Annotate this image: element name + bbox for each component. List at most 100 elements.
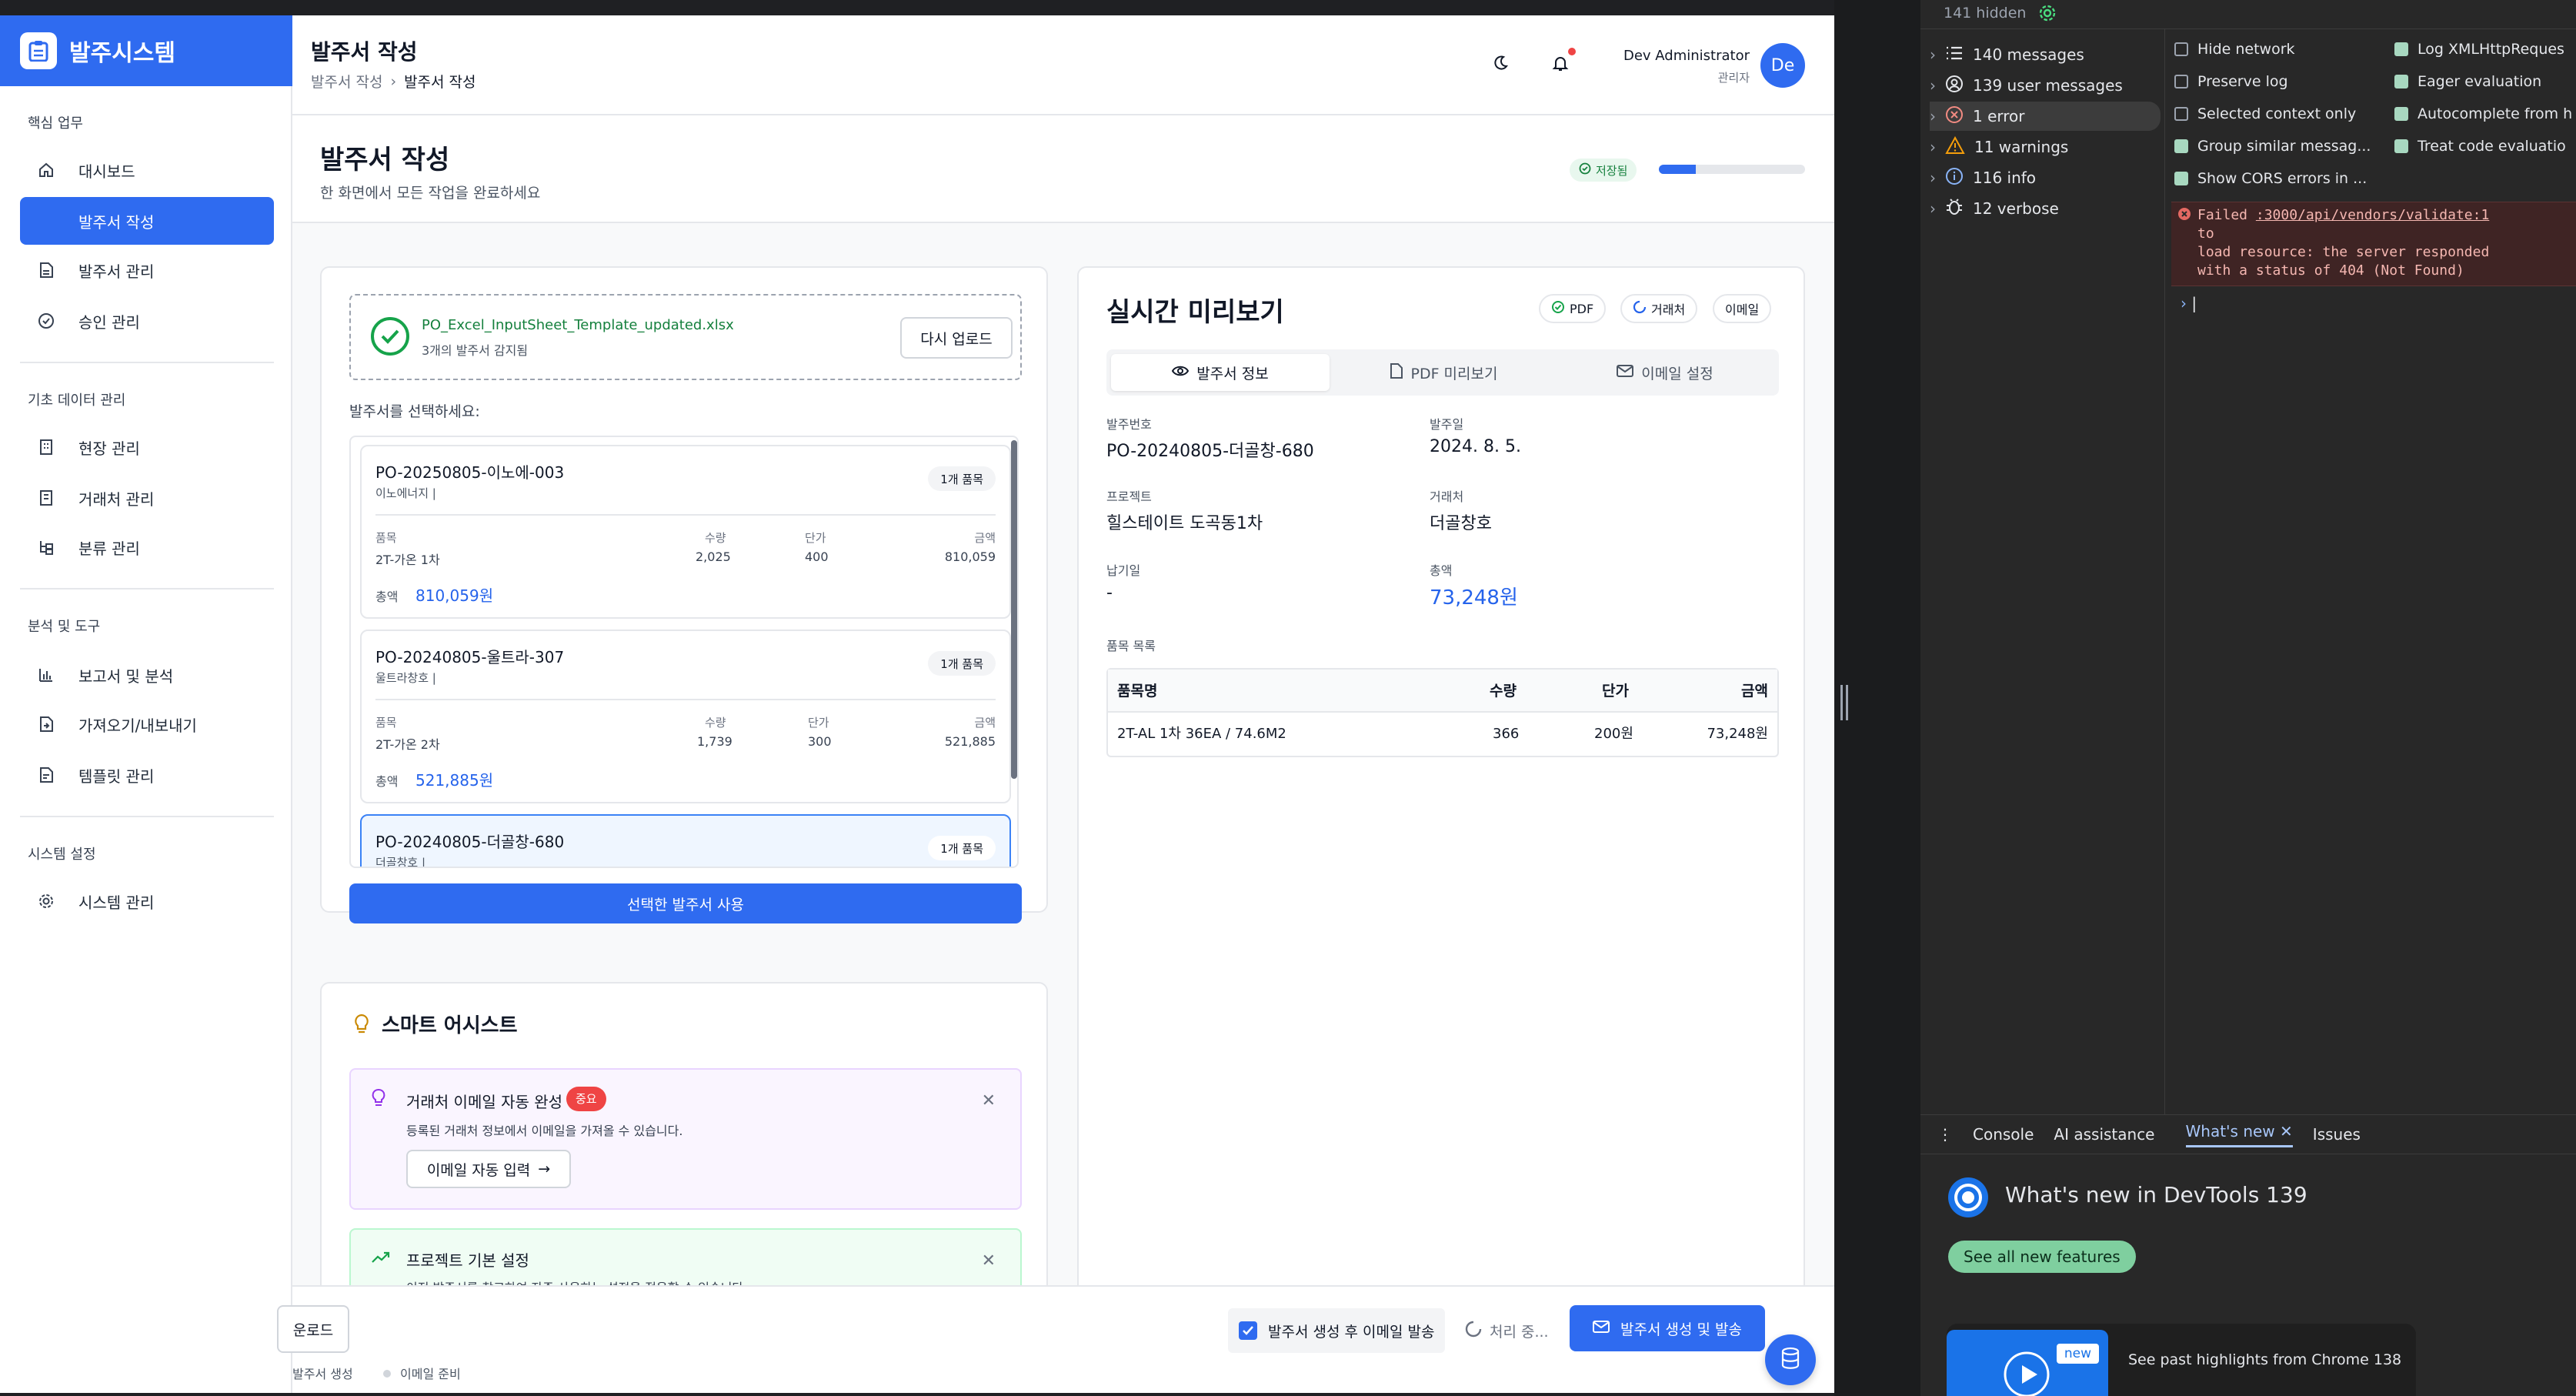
tab-console[interactable]: Console <box>1973 1125 2034 1144</box>
divider <box>375 514 996 516</box>
sidebar-item-vendors[interactable]: 거래처 관리 <box>20 474 274 522</box>
auto-fill-email-button[interactable]: 이메일 자동 입력 → <box>406 1150 571 1188</box>
dark-mode-button[interactable] <box>1483 48 1517 82</box>
assist-card-title: 프로젝트 기본 설정 <box>406 1251 529 1270</box>
reupload-button[interactable]: 다시 업로드 <box>900 317 1013 359</box>
use-selected-po-button[interactable]: 선택한 발주서 사용 <box>349 883 1022 923</box>
hidden-count: 141 hidden <box>1944 5 2027 22</box>
filter-warnings[interactable]: › 11 warnings <box>1930 132 2161 162</box>
checkbox-checked[interactable] <box>2174 172 2188 185</box>
resize-handle[interactable] <box>1840 685 1848 720</box>
filter-all-messages[interactable]: › 140 messages <box>1930 40 2161 69</box>
breadcrumb-item[interactable]: 발주서 작성 <box>311 71 382 92</box>
console-prompt[interactable]: › | <box>2181 294 2197 312</box>
checkbox-checked[interactable] <box>2394 107 2408 121</box>
checkbox[interactable] <box>2174 42 2188 56</box>
checkbox[interactable] <box>2174 107 2188 121</box>
tab-po-info[interactable]: 발주서 정보 <box>1111 354 1330 391</box>
sidebar-item-label: 분류 관리 <box>78 539 140 558</box>
col-header-amount: 금액 <box>974 531 996 545</box>
sidebar-item-dashboard[interactable]: 대시보드 <box>20 146 274 194</box>
email-after-create-option[interactable]: 발주서 생성 후 이메일 발송 <box>1228 1308 1446 1353</box>
chrome-devtools-logo-icon <box>1947 1176 1990 1222</box>
project-value: 힐스테이트 도곡동1차 <box>1106 514 1263 533</box>
devtools-panel: 141 hidden › 140 messages › 139 user mes… <box>1920 0 2576 1396</box>
item-price: 300 <box>808 734 832 749</box>
option-group-similar[interactable]: Group similar messag... <box>2174 131 2371 162</box>
auto-fill-email-label: 이메일 자동 입력 <box>426 1161 531 1179</box>
avatar[interactable]: De <box>1760 43 1805 88</box>
filter-info[interactable]: › 116 info <box>1930 163 2161 192</box>
settings-gear-icon[interactable] <box>2037 3 2057 26</box>
create-and-send-button[interactable]: 발주서 생성 및 발송 <box>1570 1305 1765 1351</box>
error-source-link[interactable]: :3000/api/vendors/validate:1 <box>2256 207 2489 223</box>
scrollbar[interactable] <box>1011 440 1017 779</box>
nav-divider <box>20 362 274 363</box>
close-icon[interactable]: ✕ <box>982 1251 996 1271</box>
tab-email-settings[interactable]: 이메일 설정 <box>1556 354 1774 391</box>
close-icon[interactable]: ✕ <box>982 1091 996 1110</box>
tab-issues[interactable]: Issues <box>2313 1125 2361 1144</box>
total-value: 521,885원 <box>415 771 494 790</box>
sidebar-item-po-create[interactable]: 발주서 작성 <box>20 197 274 245</box>
item-qty: 1,739 <box>697 734 732 749</box>
nav-group-core: 핵심 업무 <box>0 112 292 135</box>
sidebar-item-approval[interactable]: 승인 관리 <box>20 297 274 345</box>
col-header-qty: 수량 <box>705 716 726 730</box>
database-fab-button[interactable] <box>1765 1334 1816 1385</box>
console-sidebar: › 140 messages › 139 user messages › 1 e… <box>1920 29 2165 1114</box>
option-eager-eval[interactable]: Eager evaluation <box>2394 66 2541 97</box>
upload-dropzone[interactable]: PO_Excel_InputSheet_Template_updated.xls… <box>349 294 1022 380</box>
download-button[interactable]: 운로드 <box>277 1305 349 1353</box>
sidebar-item-sites[interactable]: 현장 관리 <box>20 423 274 471</box>
logo-bar[interactable]: 발주시스템 <box>0 15 292 86</box>
filter-verbose[interactable]: › 12 verbose <box>1930 194 2161 223</box>
chevron-right-icon: › <box>1930 45 1936 64</box>
notifications-button[interactable] <box>1543 48 1577 82</box>
filter-label: 1 error <box>1973 107 2025 125</box>
sidebar-item-reports[interactable]: 보고서 및 분석 <box>20 651 274 699</box>
more-menu-icon[interactable]: ⋮ <box>1937 1125 1953 1144</box>
sidebar-item-categories[interactable]: 분류 관리 <box>20 523 274 571</box>
po-card[interactable]: PO-20240805-울트라-307 울트라창호 | 1개 품목 품목 수량 … <box>360 630 1011 803</box>
checkbox-checked[interactable] <box>2394 139 2408 153</box>
nav-group-master-data: 기초 데이터 관리 <box>0 389 292 412</box>
option-cors-errors[interactable]: Show CORS errors in ... <box>2174 163 2367 194</box>
top-header: 발주서 작성 발주서 작성 › 발주서 작성 Dev Administrator… <box>292 15 1834 115</box>
checkbox-checked[interactable] <box>2394 75 2408 89</box>
checkbox-checked[interactable] <box>2174 139 2188 153</box>
option-hide-network[interactable]: Hide network <box>2174 34 2295 65</box>
sidebar-item-import-export[interactable]: 가져오기/내보내기 <box>20 700 274 748</box>
filter-user-messages[interactable]: › 139 user messages <box>1930 71 2161 100</box>
po-list: PO-20250805-이노에-003 이노에너지 | 1개 품목 품목 수량 … <box>349 436 1019 868</box>
close-icon[interactable]: ✕ <box>2280 1122 2293 1141</box>
option-selected-context[interactable]: Selected context only <box>2174 99 2356 129</box>
checkbox-checked[interactable] <box>2394 42 2408 56</box>
tab-ai-assistance[interactable]: AI assistance <box>2054 1125 2154 1144</box>
option-log-xhr[interactable]: Log XMLHttpReques <box>2394 34 2564 65</box>
smart-assist-card: 스마트 어시스트 거래처 이메일 자동 완성 중요 ✕ 등록된 거래처 정보에서… <box>320 982 1048 1336</box>
nav-group-analysis: 분석 및 도구 <box>0 616 292 639</box>
error-line-2: to <box>2197 225 2214 242</box>
checkbox-checked-icon[interactable] <box>1239 1321 1257 1340</box>
highlights-card[interactable]: new See past highlights from Chrome 138 <box>1947 1324 2416 1396</box>
see-all-features-button[interactable]: See all new features <box>1948 1241 2136 1273</box>
clipboard-icon <box>20 32 57 69</box>
option-preserve-log[interactable]: Preserve log <box>2174 66 2288 97</box>
sidebar-item-po-manage[interactable]: 발주서 관리 <box>20 246 274 294</box>
step-email-prepare: 이메일 준비 <box>400 1367 461 1381</box>
option-autocomplete[interactable]: Autocomplete from h <box>2394 99 2572 129</box>
filter-errors[interactable]: › 1 error <box>1930 102 2161 131</box>
option-treat-code-eval[interactable]: Treat code evaluatio <box>2394 131 2566 162</box>
sidebar-item-system[interactable]: 시스템 관리 <box>20 877 274 925</box>
tab-pdf-preview[interactable]: PDF 미리보기 <box>1334 354 1553 391</box>
chevron-right-icon: › <box>1930 107 1936 125</box>
po-card[interactable]: PO-20250805-이노에-003 이노에너지 | 1개 품목 품목 수량 … <box>360 445 1011 619</box>
sidebar-item-templates[interactable]: 템플릿 관리 <box>20 751 274 799</box>
col-header-price: 단가 <box>1602 683 1629 700</box>
checkbox[interactable] <box>2174 75 2188 89</box>
col-header-price: 단가 <box>808 716 829 730</box>
po-card-selected[interactable]: PO-20240805-더골창-680 더골창호 | 1개 품목 <box>360 814 1011 867</box>
app-logo-text: 발주시스템 <box>69 40 175 67</box>
tab-whats-new[interactable]: What's new ✕ <box>2185 1122 2293 1147</box>
